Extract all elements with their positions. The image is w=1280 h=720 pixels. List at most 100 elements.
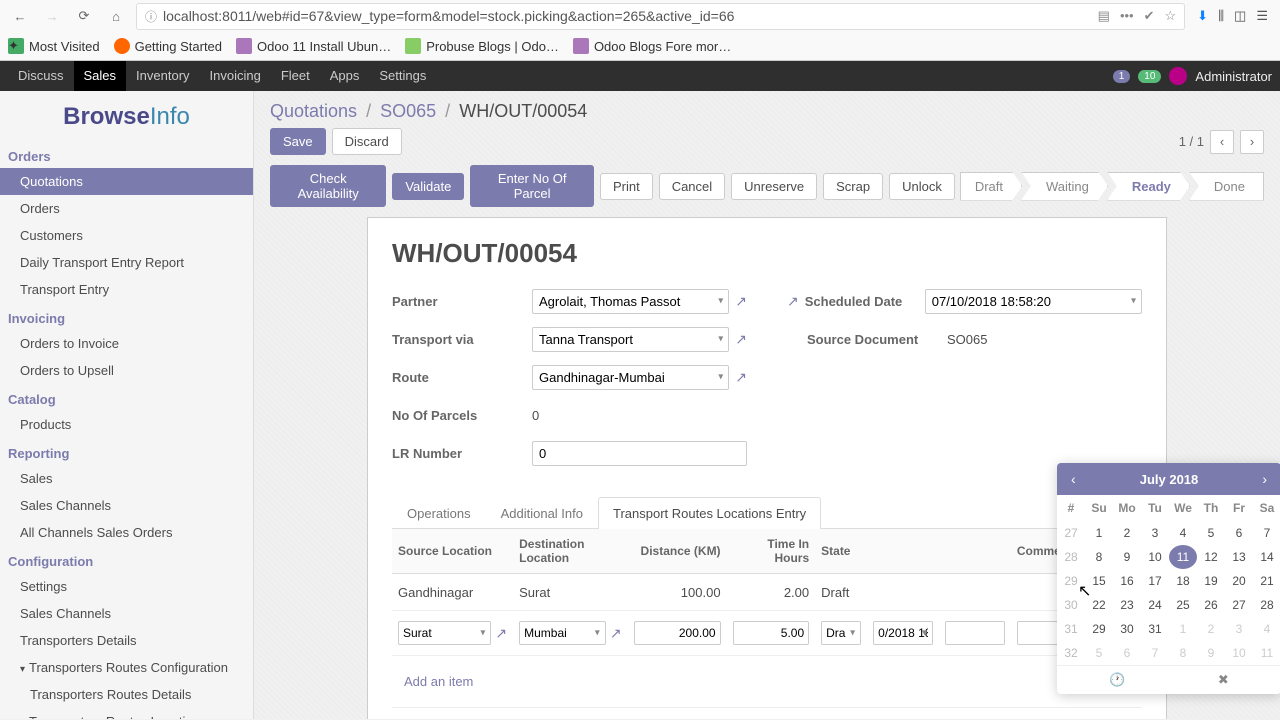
cal-day[interactable]: 7: [1253, 521, 1280, 545]
extra-input[interactable]: [945, 621, 1005, 645]
sidebar-item[interactable]: Transporters Routes Locations Con…: [0, 708, 253, 719]
tab-operations[interactable]: Operations: [392, 497, 486, 529]
cal-day[interactable]: 13: [1225, 545, 1253, 569]
cal-day[interactable]: 29: [1085, 617, 1113, 641]
cal-day[interactable]: 5: [1197, 521, 1225, 545]
cal-day[interactable]: 20: [1225, 569, 1253, 593]
bookmark-star-icon[interactable]: ☆: [1165, 8, 1177, 24]
cal-day[interactable]: 31: [1141, 617, 1169, 641]
cal-day[interactable]: 1: [1085, 521, 1113, 545]
sidebar-item[interactable]: All Channels Sales Orders: [0, 519, 253, 546]
cal-prev[interactable]: ‹: [1065, 469, 1082, 489]
cal-day[interactable]: 16: [1113, 569, 1141, 593]
pager-next[interactable]: ›: [1240, 130, 1264, 154]
cal-day[interactable]: 22: [1085, 593, 1113, 617]
sidebar-item[interactable]: Transporters Routes Configuration: [0, 654, 253, 681]
cal-day[interactable]: 11: [1169, 545, 1197, 569]
scrap-button[interactable]: Scrap: [823, 173, 883, 200]
cal-day[interactable]: 30: [1113, 617, 1141, 641]
cal-day[interactable]: 2: [1197, 617, 1225, 641]
cal-day[interactable]: 23: [1113, 593, 1141, 617]
cal-day[interactable]: 15: [1085, 569, 1113, 593]
nav-invoicing[interactable]: Invoicing: [200, 61, 271, 91]
bookmark-most-visited[interactable]: ✦Most Visited: [8, 38, 100, 54]
cal-time-icon[interactable]: 🕐: [1109, 672, 1125, 688]
bookmark-odoo-blogs[interactable]: Odoo Blogs Fore mor…: [573, 38, 731, 54]
cal-day[interactable]: 4: [1253, 617, 1280, 641]
check-availability-button[interactable]: Check Availability: [270, 165, 386, 207]
cal-day[interactable]: 26: [1197, 593, 1225, 617]
sidebar-item[interactable]: Transporters Details: [0, 627, 253, 654]
tab-additional-info[interactable]: Additional Info: [486, 497, 598, 529]
sidebar-item[interactable]: Daily Transport Entry Report: [0, 249, 253, 276]
print-button[interactable]: Print: [600, 173, 653, 200]
time-input[interactable]: [733, 621, 810, 645]
cal-day[interactable]: 12: [1197, 545, 1225, 569]
forward-button[interactable]: →: [40, 4, 64, 28]
sidebar-item[interactable]: Customers: [0, 222, 253, 249]
cal-next[interactable]: ›: [1256, 469, 1273, 489]
url-bar[interactable]: ⓘ localhost:8011/web#id=67&view_type=for…: [136, 3, 1185, 30]
cal-day[interactable]: 21: [1253, 569, 1280, 593]
menu-icon[interactable]: ☰: [1256, 8, 1268, 24]
partner-input[interactable]: [532, 289, 729, 314]
sidebar-item[interactable]: Orders to Invoice: [0, 330, 253, 357]
route-external-icon[interactable]: ↗: [735, 369, 747, 386]
nav-fleet[interactable]: Fleet: [271, 61, 320, 91]
user-avatar[interactable]: [1169, 67, 1187, 85]
status-draft[interactable]: Draft: [960, 172, 1022, 201]
dst-ext-icon[interactable]: ↗: [610, 625, 622, 642]
reader-icon[interactable]: ▤: [1098, 8, 1110, 24]
cal-title[interactable]: July 2018: [1140, 472, 1199, 487]
cal-day[interactable]: 3: [1141, 521, 1169, 545]
src-input[interactable]: [398, 621, 491, 645]
cal-day[interactable]: 18: [1169, 569, 1197, 593]
cal-day[interactable]: 10: [1225, 641, 1253, 665]
sidebar-item[interactable]: Products: [0, 411, 253, 438]
user-name[interactable]: Administrator: [1195, 69, 1272, 84]
cal-day[interactable]: 24: [1141, 593, 1169, 617]
nav-sales[interactable]: Sales: [74, 61, 127, 91]
status-ready[interactable]: Ready: [1107, 172, 1190, 201]
sidebar-item[interactable]: Sales Channels: [0, 492, 253, 519]
cal-day[interactable]: 9: [1113, 545, 1141, 569]
cal-day[interactable]: 2: [1113, 521, 1141, 545]
reload-button[interactable]: ⟳: [72, 4, 96, 28]
cal-day[interactable]: 6: [1225, 521, 1253, 545]
cal-day[interactable]: 10: [1141, 545, 1169, 569]
cal-day[interactable]: 4: [1169, 521, 1197, 545]
bookmark-probuse[interactable]: Probuse Blogs | Odo…: [405, 38, 559, 54]
unlock-button[interactable]: Unlock: [889, 173, 955, 200]
downloads-icon[interactable]: ⬇: [1197, 8, 1208, 24]
transport-via-input[interactable]: [532, 327, 729, 352]
add-item-link[interactable]: Add an item: [398, 666, 1136, 697]
sidebar-item[interactable]: Sales Channels: [0, 600, 253, 627]
dist-input[interactable]: [634, 621, 721, 645]
bookmark-getting-started[interactable]: Getting Started: [114, 38, 222, 54]
unreserve-button[interactable]: Unreserve: [731, 173, 817, 200]
cal-day[interactable]: 8: [1085, 545, 1113, 569]
table-edit-row[interactable]: ↗ ↗ 🗑: [392, 611, 1142, 656]
nav-settings[interactable]: Settings: [369, 61, 436, 91]
library-icon[interactable]: ⫼: [1218, 8, 1224, 24]
nav-discuss[interactable]: Discuss: [8, 61, 74, 91]
sidebar-item[interactable]: Orders: [0, 195, 253, 222]
bookmark-odoo-install[interactable]: Odoo 11 Install Ubun…: [236, 38, 391, 54]
cal-day[interactable]: 14: [1253, 545, 1280, 569]
tab-transport-routes[interactable]: Transport Routes Locations Entry: [598, 497, 821, 529]
chat-badge[interactable]: 1: [1113, 70, 1131, 83]
home-button[interactable]: ⌂: [104, 4, 128, 28]
cal-day[interactable]: 25: [1169, 593, 1197, 617]
status-done[interactable]: Done: [1189, 172, 1264, 201]
scheduled-input[interactable]: [925, 289, 1142, 314]
save-button[interactable]: Save: [270, 128, 326, 155]
dst-input[interactable]: [519, 621, 606, 645]
status-waiting[interactable]: Waiting: [1021, 172, 1108, 201]
cal-day[interactable]: 8: [1169, 641, 1197, 665]
cal-day[interactable]: 3: [1225, 617, 1253, 641]
validate-button[interactable]: Validate: [392, 173, 464, 200]
transport-external-icon[interactable]: ↗: [735, 331, 747, 348]
back-button[interactable]: ←: [8, 4, 32, 28]
sidebar-item[interactable]: Transport Entry: [0, 276, 253, 303]
cal-day[interactable]: 1: [1169, 617, 1197, 641]
